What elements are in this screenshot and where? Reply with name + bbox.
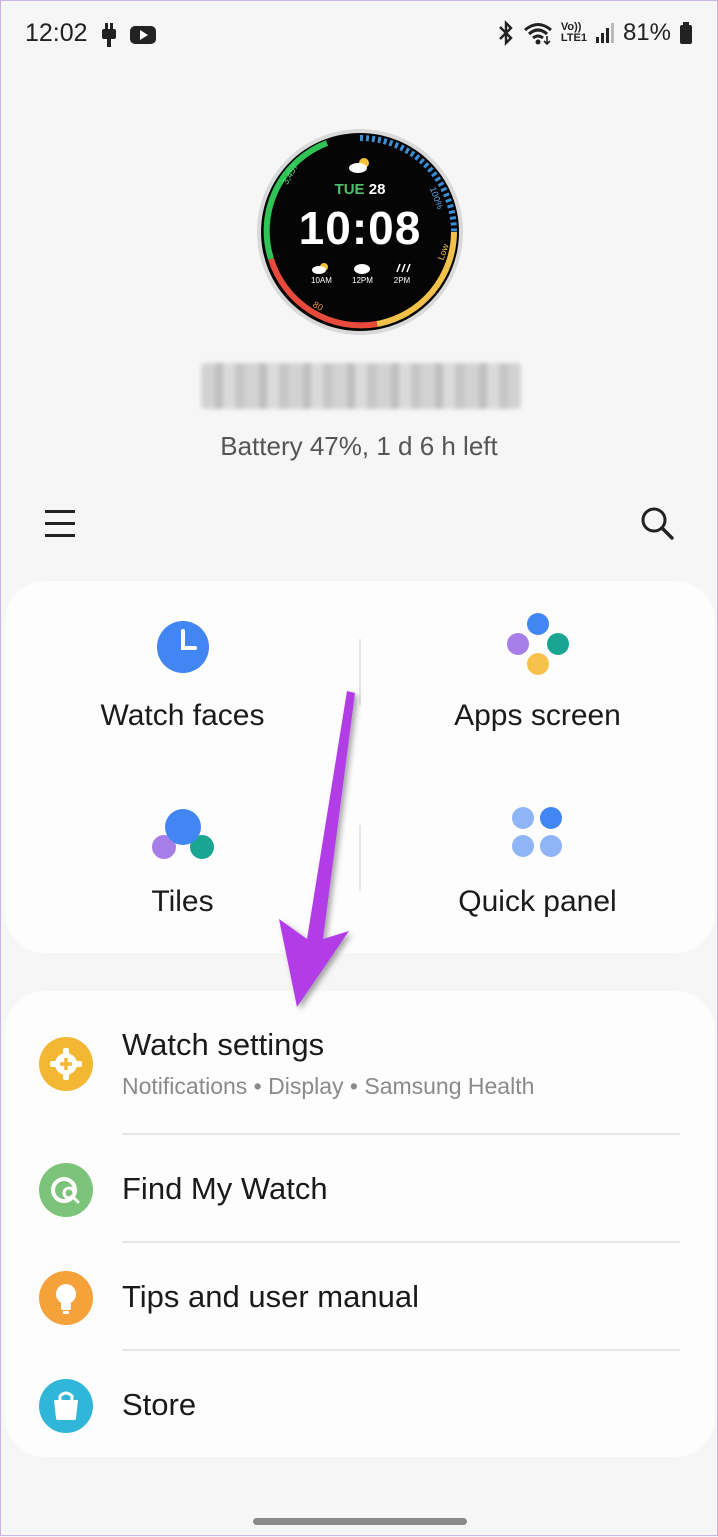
watch-faces-button[interactable]: Watch faces	[5, 587, 360, 773]
watch-settings-subtitle: Notifications • Display • Samsung Health	[122, 1073, 535, 1099]
forecast-time: 2PM	[393, 276, 411, 285]
quick-panel-label: Quick panel	[458, 885, 617, 918]
lightbulb-icon	[39, 1271, 93, 1325]
apps-dots-icon	[505, 611, 571, 677]
quick-divider	[359, 825, 361, 891]
forecast-time: 12PM	[352, 276, 373, 285]
forecast-time: 10AM	[311, 276, 332, 285]
tiles-button[interactable]: Tiles	[5, 773, 360, 959]
tiles-icon	[150, 807, 216, 861]
status-bar: 12:02 Vo)) LTE1 81%	[1, 1, 717, 71]
battery-icon	[679, 21, 693, 45]
settings-gear-icon	[39, 1037, 93, 1091]
notification-app-icon	[99, 21, 119, 54]
watch-day: TUE	[334, 181, 365, 198]
youtube-icon	[129, 24, 157, 51]
menu-line	[45, 534, 75, 537]
watch-time: 10:08	[298, 202, 422, 254]
quick-divider	[359, 639, 361, 705]
quick-panel-button[interactable]: Quick panel	[360, 773, 715, 959]
tips-manual-item[interactable]: Tips and user manual	[5, 1243, 715, 1349]
signal-icon	[595, 22, 615, 44]
find-watch-icon	[39, 1163, 93, 1217]
watch-weather-top-icon	[348, 157, 372, 173]
watch-date-number: 28	[368, 181, 386, 198]
quick-panel-icon	[510, 805, 566, 861]
forecast-slot: 10AM	[311, 262, 332, 285]
shopping-bag-icon	[39, 1379, 93, 1433]
watch-settings-title: Watch settings	[122, 1027, 325, 1062]
forecast-slot: 2PM	[393, 262, 411, 285]
status-right: Vo)) LTE1 81%	[497, 19, 693, 47]
watch-face-preview[interactable]: TUE 28 10:08 10AM 12PM 2PM 3,457 100% Lo…	[257, 129, 463, 335]
forecast-slot: 12PM	[352, 262, 373, 285]
wifi-icon	[523, 21, 553, 45]
menu-line	[45, 510, 75, 513]
watch-settings-item[interactable]: Watch settings Notifications • Display •…	[5, 991, 715, 1131]
cloud-icon	[354, 264, 371, 274]
device-name-blurred	[201, 363, 521, 409]
search-icon[interactable]	[637, 503, 677, 543]
status-left-icons	[99, 21, 157, 54]
status-time: 12:02	[25, 19, 88, 47]
watch-faces-label: Watch faces	[100, 699, 265, 732]
menu-line	[45, 522, 75, 525]
apps-screen-label: Apps screen	[454, 699, 621, 732]
bluetooth-icon	[497, 20, 515, 46]
clock-icon	[153, 617, 213, 677]
store-item[interactable]: Store	[5, 1351, 715, 1457]
tiles-label: Tiles	[151, 885, 214, 918]
sun-cloud-icon	[312, 263, 329, 274]
quick-actions-card: Watch faces Apps screen Tiles Quick pane…	[5, 581, 715, 953]
volte-icon: Vo)) LTE1	[561, 22, 587, 44]
battery-percent: 81%	[622, 19, 671, 46]
apps-screen-button[interactable]: Apps screen	[360, 587, 715, 773]
store-title: Store	[122, 1387, 197, 1422]
find-my-watch-item[interactable]: Find My Watch	[5, 1135, 715, 1241]
home-indicator[interactable]	[253, 1518, 467, 1525]
volte-label-bottom: LTE1	[560, 32, 587, 44]
watch-forecast: 10AM 12PM 2PM	[311, 262, 411, 285]
find-my-watch-title: Find My Watch	[122, 1171, 328, 1206]
rain-icon	[396, 263, 411, 273]
hamburger-menu-icon[interactable]	[45, 505, 79, 539]
tips-manual-title: Tips and user manual	[122, 1279, 419, 1314]
menu-list-card: Watch settings Notifications • Display •…	[5, 991, 715, 1457]
watch-battery-status: Battery 47%, 1 d 6 h left	[220, 431, 498, 461]
